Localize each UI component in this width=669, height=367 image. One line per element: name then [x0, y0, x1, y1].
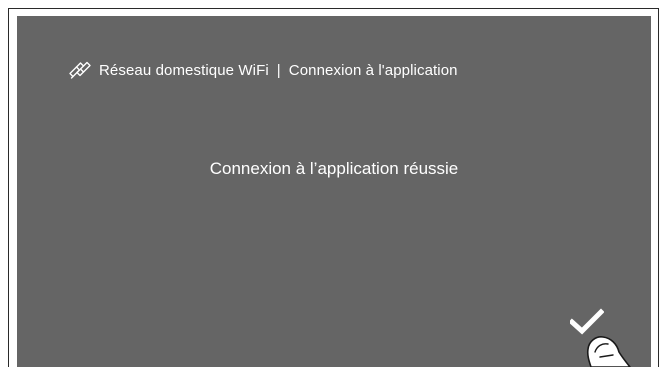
link-icon: [67, 57, 93, 83]
header-separator: |: [276, 61, 281, 79]
header-section: Réseau domestique WiFi: [99, 61, 269, 79]
header: Réseau domestique WiFi | Connexion à l'a…: [67, 56, 458, 84]
header-subsection: Connexion à l'application: [288, 61, 458, 79]
status-message: Connexion à l’application réussie: [209, 159, 459, 178]
finger-tap-icon: [579, 328, 649, 367]
screen: Réseau domestique WiFi | Connexion à l'a…: [17, 16, 651, 367]
